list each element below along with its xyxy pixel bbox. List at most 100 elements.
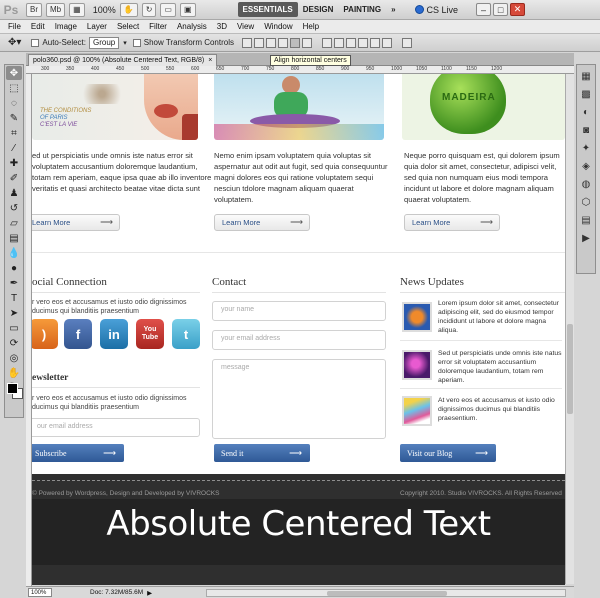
horizontal-scrollbar[interactable] (206, 589, 566, 597)
menu-layer[interactable]: Layer (87, 22, 107, 31)
close-button[interactable]: ✕ (510, 3, 526, 16)
more-workspaces-icon[interactable]: » (386, 2, 400, 17)
marquee-tool-icon[interactable]: ⬚ (6, 81, 22, 95)
cs-live-button[interactable]: CS Live (414, 5, 458, 15)
clone-stamp-tool-icon[interactable]: ♟ (6, 186, 22, 200)
learn-more-button-1[interactable]: Learn More ⟶ (32, 214, 120, 231)
auto-select-checkbox[interactable] (31, 38, 40, 47)
3d-rotate-tool-icon[interactable]: ⟳ (6, 336, 22, 350)
distribute-right-icon[interactable] (382, 37, 392, 48)
color-panel-icon[interactable]: ▦ (579, 70, 593, 83)
distribute-left-icon[interactable] (358, 37, 368, 48)
subscribe-button[interactable]: Subscribe ⟶ (32, 444, 124, 462)
vertical-scroll-thumb[interactable] (567, 324, 573, 414)
contact-email-input[interactable]: your email address (212, 330, 386, 350)
abstract-thumbnail[interactable] (402, 350, 432, 380)
distribute-bottom-icon[interactable] (346, 37, 356, 48)
channels-panel-icon[interactable]: ◍ (579, 178, 593, 191)
visit-blog-button[interactable]: Visit our Blog ⟶ (400, 444, 496, 462)
linkedin-icon[interactable]: in (100, 319, 128, 349)
newsletter-email-input[interactable]: our email address (32, 418, 200, 437)
masks-panel-icon[interactable]: ◙ (579, 124, 593, 137)
hand-tool-icon[interactable]: ✋ (6, 366, 22, 380)
menu-view[interactable]: View (237, 22, 254, 31)
menu-help[interactable]: Help (303, 22, 319, 31)
contact-message-textarea[interactable]: message (212, 359, 386, 439)
move-tool-preset-icon[interactable]: ✥▾ (8, 37, 21, 48)
align-horizontal-centers-icon[interactable] (290, 37, 300, 48)
maximize-button[interactable]: □ (493, 3, 509, 16)
distribute-hcenter-icon[interactable] (370, 37, 380, 48)
align-vertical-centers-icon[interactable] (254, 37, 264, 48)
mini-bridge-button[interactable]: Mb (46, 2, 66, 17)
rotate-view-button[interactable]: ↻ (141, 2, 157, 17)
vertical-scrollbar[interactable] (565, 74, 574, 584)
brush-tool-icon[interactable]: ✐ (6, 171, 22, 185)
horizontal-scroll-thumb[interactable] (327, 591, 447, 596)
menu-select[interactable]: Select (117, 22, 139, 31)
healing-brush-tool-icon[interactable]: ✚ (6, 156, 22, 170)
styles-panel-icon[interactable]: ✦ (579, 142, 593, 155)
twitter-icon[interactable]: t (172, 319, 200, 349)
pen-tool-icon[interactable]: ✒ (6, 276, 22, 290)
swatches-panel-icon[interactable]: ▩ (579, 88, 593, 101)
align-bottom-icon[interactable] (266, 37, 276, 48)
status-menu-arrow-icon[interactable]: ▶ (147, 589, 152, 597)
learn-more-button-3[interactable]: Learn More ⟶ (404, 214, 500, 231)
auto-select-dropdown[interactable]: Group (88, 36, 120, 49)
history-brush-tool-icon[interactable]: ↺ (6, 201, 22, 215)
menu-image[interactable]: Image (55, 22, 77, 31)
screen-mode-button[interactable]: ▣ (179, 2, 196, 17)
status-zoom-field[interactable]: 100% (28, 588, 52, 597)
bridge-button[interactable]: Br (26, 2, 42, 17)
view-extras-button[interactable]: ▦ (69, 2, 85, 17)
path-selection-tool-icon[interactable]: ➤ (6, 306, 22, 320)
align-top-icon[interactable] (242, 37, 252, 48)
hand-tool-button[interactable]: ✋ (119, 2, 138, 17)
distribute-vcenter-icon[interactable] (334, 37, 344, 48)
eraser-tool-icon[interactable]: ▱ (6, 216, 22, 230)
blur-tool-icon[interactable]: 💧 (6, 246, 22, 260)
minimize-button[interactable]: – (476, 3, 492, 16)
workspace-painting[interactable]: PAINTING (338, 2, 386, 17)
type-tool-icon[interactable]: T (6, 291, 22, 305)
menu-filter[interactable]: Filter (149, 22, 167, 31)
distribute-top-icon[interactable] (322, 37, 332, 48)
shape-tool-icon[interactable]: ▭ (6, 321, 22, 335)
menu-window[interactable]: Window (264, 22, 292, 31)
gradient-tool-icon[interactable]: ▤ (6, 231, 22, 245)
menu-edit[interactable]: Edit (31, 22, 45, 31)
crop-tool-icon[interactable]: ⌗ (6, 126, 22, 140)
learn-more-button-2[interactable]: Learn More ⟶ (214, 214, 310, 231)
contact-name-input[interactable]: your name (212, 301, 386, 321)
auto-align-layers-icon[interactable] (402, 37, 412, 48)
workspace-essentials[interactable]: ESSENTIALS (237, 2, 298, 17)
arrange-documents-button[interactable]: ▭ (160, 2, 176, 17)
menu-file[interactable]: File (8, 22, 21, 31)
wave-thumbnail[interactable] (402, 396, 432, 426)
actions-panel-icon[interactable]: ▶ (579, 232, 593, 245)
foreground-color-swatch[interactable] (7, 383, 18, 394)
align-right-icon[interactable] (302, 37, 312, 48)
quick-select-tool-icon[interactable]: ✎ (6, 111, 22, 125)
transform-controls-checkbox[interactable] (132, 38, 141, 47)
3d-orbit-tool-icon[interactable]: ◎ (6, 351, 22, 365)
rss-icon[interactable]: ) (32, 319, 58, 349)
menu-3d[interactable]: 3D (217, 22, 227, 31)
layers-panel-icon[interactable]: ◈ (579, 160, 593, 173)
dodge-tool-icon[interactable]: ● (6, 261, 22, 275)
close-tab-icon[interactable]: × (208, 57, 212, 64)
facebook-icon[interactable]: f (64, 319, 92, 349)
absolute-centered-text-layer[interactable]: Absolute Centered Text (32, 504, 565, 544)
document-tab[interactable]: polo360.psd @ 100% (Absolute Centered Te… (28, 54, 218, 66)
move-tool-icon[interactable]: ✥ (6, 66, 22, 80)
workspace-design[interactable]: DESIGN (298, 2, 339, 17)
send-it-button[interactable]: Send it ⟶ (214, 444, 310, 462)
lasso-tool-icon[interactable]: ◌ (6, 96, 22, 110)
eyedropper-tool-icon[interactable]: ⁄ (6, 141, 22, 155)
align-left-icon[interactable] (278, 37, 288, 48)
adjustments-panel-icon[interactable]: ◐ (579, 106, 593, 119)
paths-panel-icon[interactable]: ⬡ (579, 196, 593, 209)
zoom-level-select[interactable]: 100% (93, 5, 116, 15)
firefox-thumbnail[interactable] (402, 302, 432, 332)
